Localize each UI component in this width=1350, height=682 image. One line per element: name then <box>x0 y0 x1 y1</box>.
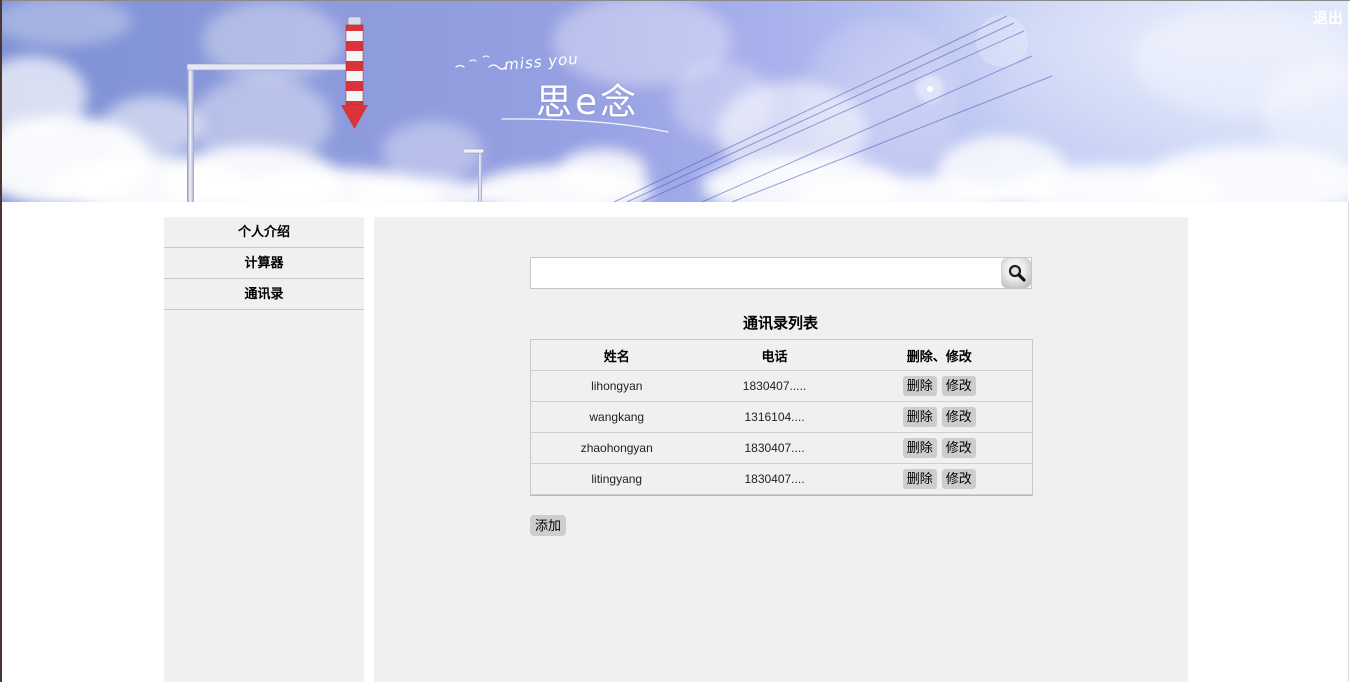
clouds <box>2 1 1348 202</box>
search-bar <box>530 257 1032 289</box>
contact-list-title: 通讯录列表 <box>742 315 818 332</box>
window-right-edge <box>1348 202 1349 682</box>
column-header-actions: 删除、修改 <box>846 339 1033 371</box>
delete-button[interactable]: 删除 <box>902 407 937 427</box>
contact-table: 姓名 电话 删除、修改 lihongyan 1830407..... 删除 修改 … <box>530 339 1033 495</box>
edit-button[interactable]: 修改 <box>941 376 976 396</box>
edit-button[interactable]: 修改 <box>941 407 976 427</box>
header-banner: miss you 思e念 退出 <box>2 1 1348 202</box>
table-row: zhaohongyan 1830407.... 删除 修改 <box>530 432 1033 464</box>
sidebar-item-profile[interactable]: 个人介绍 <box>164 217 364 248</box>
contact-phone: 1830407.... <box>702 463 847 495</box>
contact-actions: 删除 修改 <box>846 401 1033 433</box>
table-row: wangkang 1316104.... 删除 修改 <box>530 401 1033 433</box>
contact-name: zhaohongyan <box>530 432 703 464</box>
contact-actions: 删除 修改 <box>846 432 1033 464</box>
delete-button[interactable]: 删除 <box>902 438 937 458</box>
table-header-row: 姓名 电话 删除、修改 <box>530 339 1033 371</box>
banner-illustration <box>2 1 1348 202</box>
table-row: lihongyan 1830407..... 删除 修改 <box>530 370 1033 402</box>
table-row: litingyang 1830407.... 删除 修改 <box>530 463 1033 495</box>
contact-name: lihongyan <box>530 370 703 402</box>
edit-button[interactable]: 修改 <box>941 438 976 458</box>
sidebar-item-calculator[interactable]: 计算器 <box>164 248 364 279</box>
contact-phone: 1830407..... <box>702 370 847 402</box>
search-icon <box>1008 264 1026 282</box>
contact-phone: 1316104.... <box>702 401 847 433</box>
contact-actions: 删除 修改 <box>846 463 1033 495</box>
search-input[interactable] <box>531 258 1001 288</box>
logout-link[interactable]: 退出 <box>1313 7 1343 28</box>
add-contact-button[interactable]: 添加 <box>530 515 567 536</box>
edit-button[interactable]: 修改 <box>941 469 976 489</box>
contact-phone: 1830407.... <box>702 432 847 464</box>
search-button[interactable] <box>1001 258 1031 288</box>
contact-actions: 删除 修改 <box>846 370 1033 402</box>
contact-name: litingyang <box>530 463 703 495</box>
column-header-phone: 电话 <box>702 339 847 371</box>
sidebar-item-contacts[interactable]: 通讯录 <box>164 279 364 310</box>
delete-button[interactable]: 删除 <box>902 469 937 489</box>
delete-button[interactable]: 删除 <box>902 376 937 396</box>
column-header-name: 姓名 <box>530 339 703 371</box>
main-panel: 通讯录列表 姓名 电话 删除、修改 lihongyan 1830407.....… <box>374 217 1188 682</box>
logo-title: 思e念 <box>536 82 640 123</box>
sidebar: 个人介绍 计算器 通讯录 <box>164 217 364 682</box>
contact-name: wangkang <box>530 401 703 433</box>
